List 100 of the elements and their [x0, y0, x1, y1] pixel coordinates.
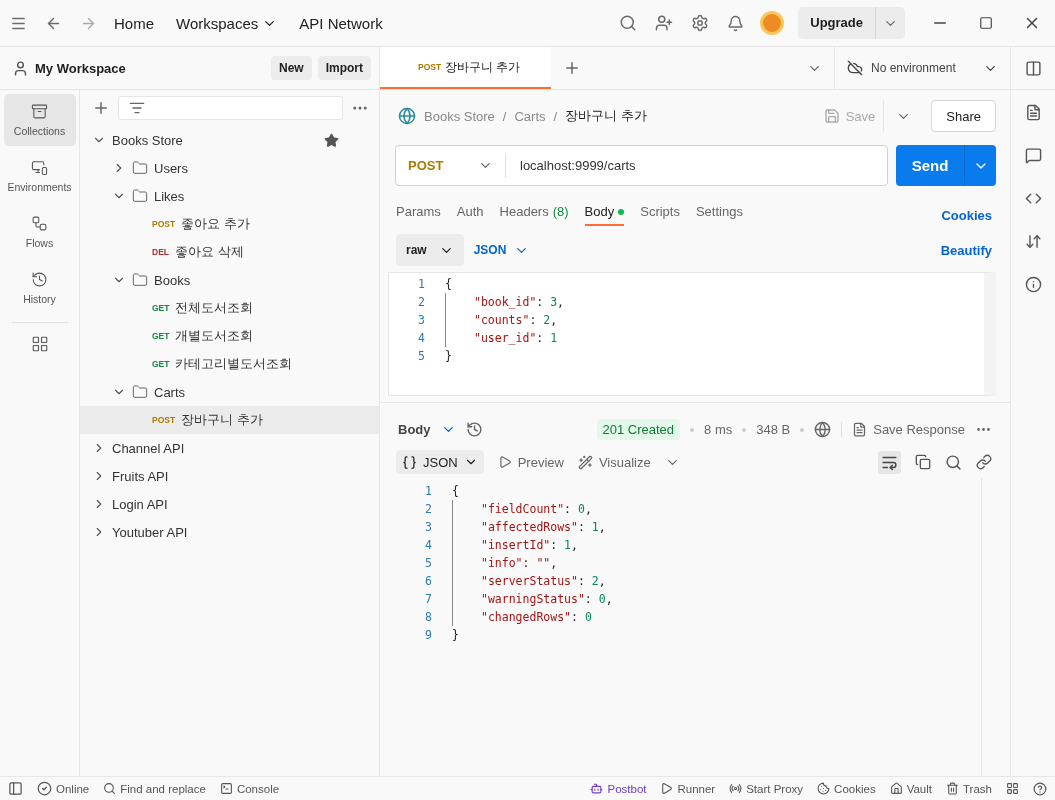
history-icon[interactable] — [465, 421, 483, 438]
workspace-button[interactable]: Import — [317, 56, 371, 80]
breadcrumb-separator: / — [553, 108, 558, 124]
sidebar-item[interactable]: Collections — [3, 94, 76, 146]
folder-item[interactable]: Carts — [80, 378, 379, 406]
status-item[interactable]: Vault — [889, 782, 932, 795]
status-item[interactable]: Console — [219, 782, 280, 795]
comment-icon[interactable] — [1024, 147, 1042, 164]
code-line: "fieldCount": 0, — [452, 500, 592, 518]
status-item[interactable]: Postbot — [590, 782, 647, 795]
terminal-icon — [219, 782, 233, 795]
beautify-link[interactable]: Beautify — [940, 242, 992, 258]
method-label: POST — [152, 219, 176, 229]
settings-icon[interactable] — [691, 14, 710, 32]
document-icon[interactable] — [1024, 104, 1042, 121]
info-icon[interactable] — [1024, 276, 1042, 293]
play-icon — [660, 782, 674, 795]
link-icon[interactable] — [976, 454, 992, 470]
url-field[interactable]: localhost:9999/carts — [506, 158, 636, 173]
wrap-text-icon[interactable] — [878, 450, 901, 474]
status-item[interactable]: Trash — [946, 782, 992, 795]
folder-item[interactable]: Likes — [80, 182, 379, 210]
request-item[interactable]: GET 개별도서조회 — [80, 322, 379, 350]
request-option-tab[interactable]: Settings — [695, 204, 743, 226]
visualize-button[interactable]: Visualize — [577, 454, 651, 470]
upgrade-button[interactable]: Upgrade — [798, 7, 905, 39]
flows-icon — [31, 215, 48, 232]
request-body-editor[interactable]: 1 { 2 "book_id": 3, 3 "counts": 2, 4 "user_id": 1 5 } — [388, 272, 996, 396]
status-item[interactable]: Start Proxy — [729, 782, 804, 795]
code-line: "user_id": 1 — [445, 329, 558, 347]
request-item[interactable]: POST 장바구니 추가 — [80, 406, 379, 434]
folder-icon — [132, 160, 148, 176]
code-line: "insertId": 1, — [452, 536, 578, 554]
nav-link[interactable]: API Network — [288, 14, 394, 32]
request-item[interactable]: POST 좋아요 추가 — [80, 210, 379, 238]
cookie-icon — [817, 782, 831, 795]
request-item[interactable]: GET 카테고리별도서조회 — [80, 350, 379, 378]
bell-icon[interactable] — [727, 14, 745, 32]
request-option-tab[interactable]: Body — [584, 204, 625, 226]
request-option-tab[interactable]: Headers (8) — [499, 204, 569, 226]
panel-icon[interactable] — [1024, 59, 1042, 77]
preview-button[interactable]: Preview — [497, 454, 564, 470]
body-mode-select[interactable]: raw — [396, 234, 464, 266]
method-label: DEL — [152, 247, 169, 257]
nav-link[interactable]: Home — [103, 14, 165, 32]
send-button[interactable]: Send — [896, 145, 996, 186]
search-icon[interactable] — [945, 453, 962, 471]
sidebar-item[interactable]: History — [3, 262, 76, 314]
line-number: 7 — [424, 592, 432, 606]
save-response-button[interactable]: Save Response — [841, 422, 965, 437]
sidebar-item[interactable]: Environments — [3, 150, 76, 202]
collection-item[interactable]: Books Store — [80, 126, 379, 154]
grid-icon[interactable] — [1006, 782, 1019, 795]
line-number: 6 — [424, 574, 432, 588]
body-format-select[interactable]: JSON — [473, 242, 530, 258]
request-option-tab[interactable]: Scripts — [640, 204, 680, 226]
request-tab[interactable]: POST 장바구니 추가 — [380, 47, 551, 89]
environment-select[interactable]: No environment — [834, 47, 1010, 89]
history-icon — [31, 271, 48, 288]
check-circle-icon — [37, 781, 52, 796]
status-item[interactable]: Online — [37, 781, 90, 796]
collection-item[interactable]: Fruits API — [80, 462, 379, 490]
folder-item[interactable]: Users — [80, 154, 379, 182]
share-button[interactable]: Share — [931, 100, 996, 132]
collection-item[interactable]: Youtuber API — [80, 518, 379, 546]
globe-icon[interactable] — [814, 421, 832, 438]
request-option-tab[interactable]: Auth — [456, 204, 484, 226]
cookies-link[interactable]: Cookies — [941, 207, 992, 223]
breadcrumb-link[interactable]: Books Store — [424, 108, 495, 124]
collection-item[interactable]: Login API — [80, 490, 379, 518]
response-format-select[interactable]: JSON — [396, 450, 484, 474]
status-item[interactable]: Find and replace — [103, 782, 206, 795]
status-item[interactable]: Runner — [660, 782, 716, 795]
filter-field[interactable] — [118, 96, 343, 120]
folder-item[interactable]: Books — [80, 266, 379, 294]
workspace-button[interactable]: New — [270, 56, 312, 80]
plus-icon[interactable] — [92, 99, 110, 117]
request-item[interactable]: GET 전체도서조회 — [80, 294, 379, 322]
add-grid-icon[interactable] — [30, 335, 49, 353]
crossed-out-icon — [847, 60, 863, 76]
arrows-icon[interactable] — [1024, 233, 1042, 250]
search-icon — [103, 782, 117, 795]
search-icon[interactable] — [619, 14, 638, 32]
status-item[interactable]: Cookies — [817, 782, 876, 795]
collection-item[interactable]: Channel API — [80, 434, 379, 462]
method-label: GET — [152, 303, 170, 313]
sidebar-item[interactable]: Flows — [3, 206, 76, 258]
nav-link[interactable]: Workspaces — [165, 14, 289, 32]
response-view-select[interactable]: Body — [398, 422, 456, 437]
method-select[interactable]: POST — [396, 153, 506, 178]
code-line: { — [445, 276, 452, 293]
document-icon — [852, 422, 868, 437]
user-plus-icon[interactable] — [655, 14, 674, 32]
request-title: 장바구니 추가 — [565, 107, 648, 125]
request-item[interactable]: DEL 좋아요 삭제 — [80, 238, 379, 266]
sidebar-toggle-icon[interactable] — [8, 781, 23, 796]
request-option-tab[interactable]: Params — [396, 204, 441, 226]
code-line: "info": "", — [452, 554, 558, 572]
help-icon[interactable] — [1033, 781, 1047, 796]
copy-icon[interactable] — [915, 454, 931, 470]
